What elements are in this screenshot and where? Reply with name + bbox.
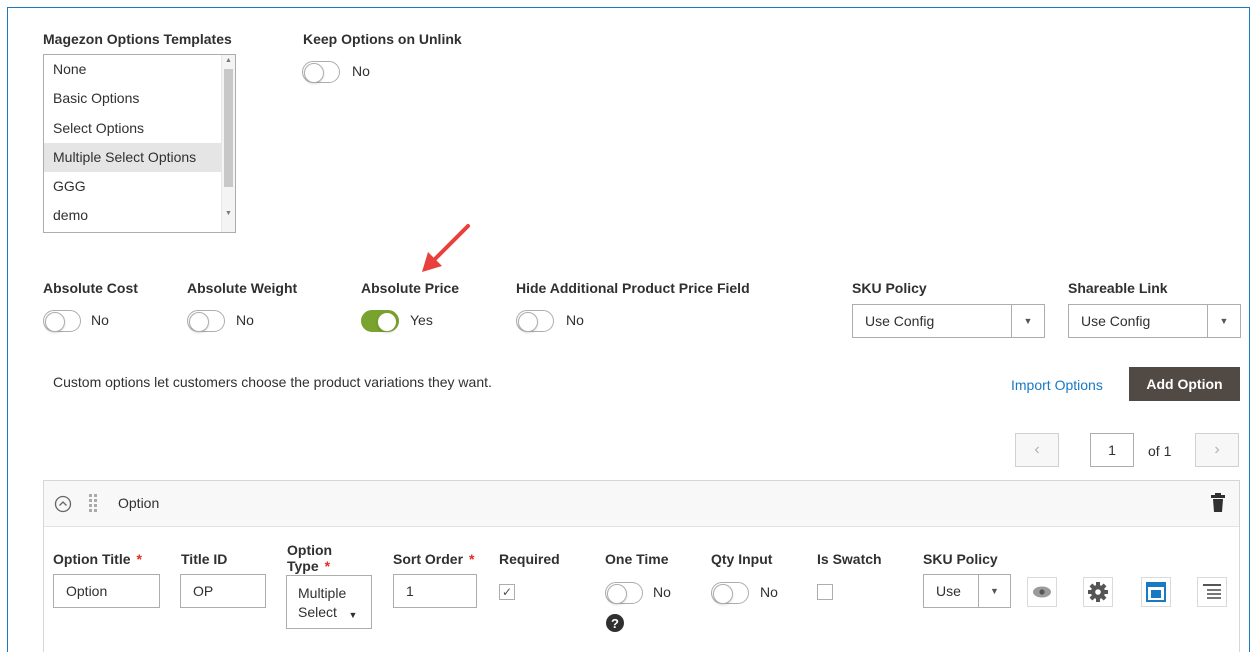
absolute-cost-value: No bbox=[91, 312, 109, 328]
absolute-cost-toggle[interactable] bbox=[43, 310, 81, 332]
keep-options-value: No bbox=[352, 63, 370, 79]
chevron-down-icon: ▼ bbox=[1207, 305, 1240, 337]
option-title-input[interactable]: Option bbox=[53, 574, 160, 608]
option-sku-policy-label: SKU Policy bbox=[923, 551, 998, 567]
page-count: of 1 bbox=[1148, 443, 1172, 459]
listbox-scrollbar[interactable]: ▲ ▼ bbox=[221, 55, 235, 232]
scroll-up-icon[interactable]: ▲ bbox=[222, 55, 235, 67]
absolute-weight-label: Absolute Weight bbox=[187, 280, 298, 296]
sort-order-label: Sort Order * bbox=[393, 551, 475, 567]
option-type-label: Option Type * bbox=[287, 542, 333, 574]
hide-price-field-toggle[interactable] bbox=[516, 310, 554, 332]
hide-price-field-label: Hide Additional Product Price Field bbox=[516, 280, 750, 296]
add-option-button[interactable]: Add Option bbox=[1129, 367, 1240, 401]
trash-icon[interactable] bbox=[1210, 493, 1226, 513]
option-title-label: Option Title * bbox=[53, 551, 142, 567]
sku-policy-select[interactable]: Use Config ▼ bbox=[852, 304, 1045, 338]
template-option[interactable]: demo bbox=[44, 201, 235, 230]
annotation-arrow-icon bbox=[422, 224, 470, 272]
template-option[interactable]: Select Options bbox=[44, 114, 235, 143]
eye-icon[interactable] bbox=[1027, 577, 1057, 607]
scrollbar-thumb[interactable] bbox=[224, 69, 233, 187]
keep-options-toggle[interactable] bbox=[302, 61, 340, 83]
custom-options-description: Custom options let customers choose the … bbox=[53, 374, 492, 390]
option-sku-policy-value: Use bbox=[936, 583, 961, 599]
description-lines-icon[interactable] bbox=[1197, 577, 1227, 607]
collapse-icon[interactable] bbox=[54, 495, 72, 513]
required-label: Required bbox=[499, 551, 560, 567]
option-sku-policy-select[interactable]: Use ▼ bbox=[923, 574, 1011, 608]
shareable-link-value: Use Config bbox=[1081, 313, 1151, 329]
one-time-toggle[interactable] bbox=[605, 582, 643, 604]
qty-input-value: No bbox=[760, 584, 778, 600]
absolute-weight-value: No bbox=[236, 312, 254, 328]
option-header-title: Option bbox=[118, 495, 160, 511]
scroll-down-icon[interactable]: ▼ bbox=[222, 208, 235, 220]
absolute-cost-label: Absolute Cost bbox=[43, 280, 138, 296]
page-number-input[interactable]: 1 bbox=[1090, 433, 1134, 467]
option-type-value-line2: Select bbox=[298, 604, 337, 620]
required-checkbox[interactable]: ✓ bbox=[499, 584, 515, 600]
svg-text:?: ? bbox=[611, 616, 619, 631]
absolute-price-toggle[interactable] bbox=[361, 310, 399, 332]
absolute-price-label: Absolute Price bbox=[361, 280, 460, 296]
hide-price-field-value: No bbox=[566, 312, 584, 328]
option-header: Option bbox=[44, 481, 1239, 527]
next-page-icon[interactable]: › bbox=[1195, 433, 1239, 467]
templates-label: Magezon Options Templates bbox=[43, 31, 232, 47]
drag-handle-icon[interactable] bbox=[88, 493, 98, 513]
template-option[interactable]: Basic Options bbox=[44, 84, 235, 113]
qty-input-toggle[interactable] bbox=[711, 582, 749, 604]
chevron-down-icon: ▼ bbox=[978, 575, 1010, 607]
text-template-icon[interactable] bbox=[1141, 577, 1171, 607]
absolute-price-value: Yes bbox=[410, 312, 433, 328]
keep-options-label: Keep Options on Unlink bbox=[303, 31, 462, 47]
shareable-link-label: Shareable Link bbox=[1068, 280, 1168, 296]
is-swatch-checkbox[interactable] bbox=[817, 584, 833, 600]
absolute-weight-toggle[interactable] bbox=[187, 310, 225, 332]
sort-order-input[interactable]: 1 bbox=[393, 574, 477, 608]
import-options-link[interactable]: Import Options bbox=[1011, 377, 1103, 393]
template-option[interactable]: None bbox=[44, 55, 235, 84]
one-time-value: No bbox=[653, 584, 671, 600]
sku-policy-value: Use Config bbox=[865, 313, 935, 329]
qty-input-label: Qty Input bbox=[711, 551, 773, 567]
templates-listbox[interactable]: None Basic Options Select Options Multip… bbox=[43, 54, 236, 233]
shareable-link-select[interactable]: Use Config ▼ bbox=[1068, 304, 1241, 338]
option-type-value-line1: Multiple bbox=[298, 585, 347, 601]
chevron-down-icon: ▼ bbox=[1011, 305, 1044, 337]
gear-icon[interactable] bbox=[1083, 577, 1113, 607]
template-option[interactable]: GGG bbox=[44, 172, 235, 201]
option-type-select[interactable]: Multiple Select ▼ bbox=[286, 575, 372, 629]
help-icon[interactable]: ? bbox=[605, 613, 625, 633]
is-swatch-label: Is Swatch bbox=[817, 551, 882, 567]
chevron-down-icon: ▼ bbox=[341, 602, 365, 628]
title-id-label: Title ID bbox=[181, 551, 228, 567]
title-id-input[interactable]: OP bbox=[180, 574, 266, 608]
sku-policy-label: SKU Policy bbox=[852, 280, 927, 296]
template-option-selected[interactable]: Multiple Select Options bbox=[44, 142, 235, 173]
prev-page-icon[interactable]: ‹ bbox=[1015, 433, 1059, 467]
one-time-label: One Time bbox=[605, 551, 669, 567]
